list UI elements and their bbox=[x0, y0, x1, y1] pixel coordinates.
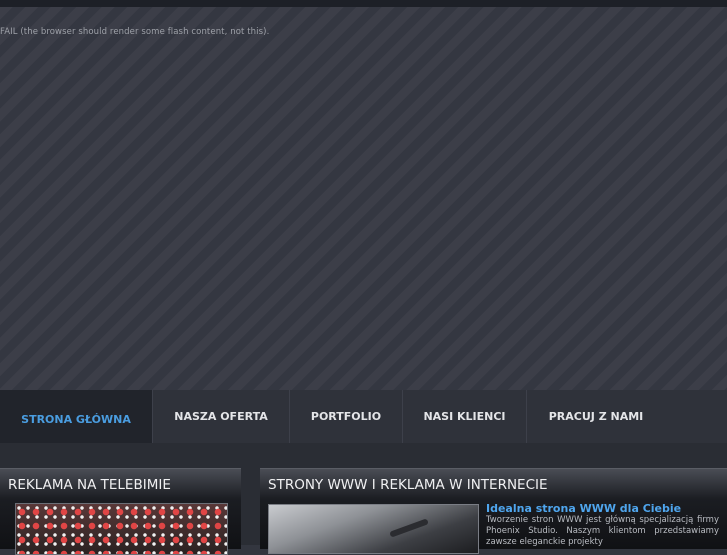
laptop-image[interactable] bbox=[268, 504, 479, 554]
nav-item-portfolio[interactable]: PORTFOLIO bbox=[290, 390, 403, 443]
nav-item-nasi-klienci[interactable]: NASI KLIENCI bbox=[403, 390, 527, 443]
article-text: Tworzenie stron WWW jest główną specjali… bbox=[486, 515, 719, 547]
telebim-panel: REKLAMA NA TELEBIMIE bbox=[0, 468, 241, 555]
flash-content-area: FAIL (the browser should render some fla… bbox=[0, 7, 727, 390]
www-panel: STRONY WWW I REKLAMA W INTERNECIE Idealn… bbox=[260, 468, 727, 554]
led-screen-image[interactable] bbox=[15, 503, 228, 555]
flash-fallback-text: FAIL (the browser should render some fla… bbox=[0, 27, 270, 37]
main-navigation: STRONA GŁÓWNA NASZA OFERTA PORTFOLIO NAS… bbox=[0, 390, 727, 443]
nav-item-strona-glowna[interactable]: STRONA GŁÓWNA bbox=[0, 390, 153, 443]
nav-item-nasza-oferta[interactable]: NASZA OFERTA bbox=[153, 390, 290, 443]
article-title-link[interactable]: Idealna strona WWW dla Ciebie bbox=[486, 502, 681, 515]
nav-item-pracuj-z-nami[interactable]: PRACUJ Z NAMI bbox=[527, 390, 665, 443]
www-panel-title: STRONY WWW I REKLAMA W INTERNECIE bbox=[268, 477, 548, 493]
top-bar bbox=[0, 0, 727, 7]
telebim-panel-title: REKLAMA NA TELEBIMIE bbox=[8, 477, 171, 493]
